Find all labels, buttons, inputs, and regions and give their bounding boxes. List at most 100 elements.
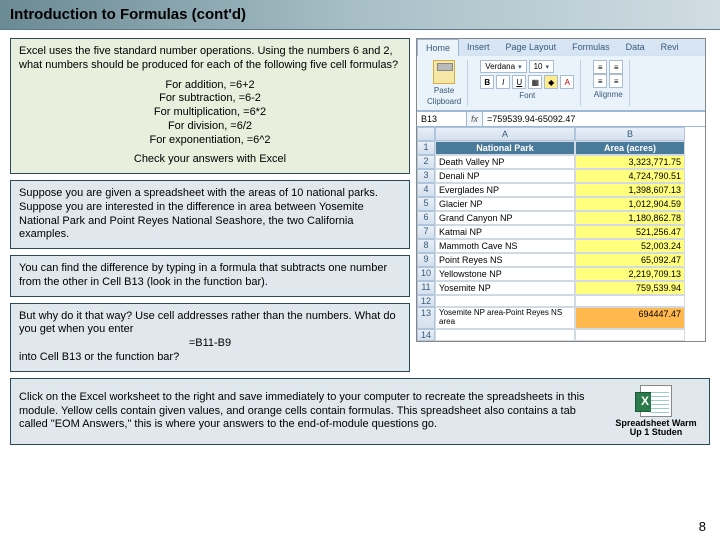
spreadsheet-file[interactable]: Spreadsheet Warm Up 1 Studen [611,385,701,439]
cell[interactable]: A [435,127,575,141]
cell[interactable]: Death Valley NP [435,155,575,169]
cell[interactable]: 9 [417,253,435,267]
box-difference: You can find the difference by typing in… [10,255,410,297]
fx-icon[interactable]: fx [467,112,483,126]
cell[interactable]: 10 [417,267,435,281]
worksheet[interactable]: AB 1National ParkArea (acres) 2Death Valle… [417,127,705,341]
cell[interactable]: Everglades NP [435,183,575,197]
excel-screenshot[interactable]: Home Insert Page Layout Formulas Data Re… [416,38,706,372]
tab-insert[interactable]: Insert [459,39,498,56]
alignment-group: ≡ ≡ ≡ ≡ Alignme [587,60,630,106]
cell[interactable]: Yellowstone NP [435,267,575,281]
underline-button[interactable]: U [512,75,526,89]
left-column: Excel uses the five standard number oper… [10,38,410,372]
cell[interactable]: Glacier NP [435,197,575,211]
excel-window: Home Insert Page Layout Formulas Data Re… [416,38,706,342]
cell[interactable]: Denali NP [435,169,575,183]
cell[interactable]: Mammoth Cave NS [435,239,575,253]
cell[interactable]: 694447.47 [575,307,685,329]
cell[interactable] [575,295,685,307]
font-size-combo[interactable]: 10▾ [529,60,554,73]
formula-add: For addition, =6+2 [19,79,401,93]
tab-formulas[interactable]: Formulas [564,39,618,56]
cell[interactable]: 52,003.24 [575,239,685,253]
tab-data[interactable]: Data [618,39,653,56]
content-area: Excel uses the five standard number oper… [0,30,720,372]
box-scenario: Suppose you are given a spreadsheet with… [10,180,410,249]
tab-page-layout[interactable]: Page Layout [498,39,565,56]
chevron-down-icon: ▾ [545,63,549,71]
cell[interactable]: 1,180,862.78 [575,211,685,225]
q-formula: =B11-B9 [19,337,401,351]
cell[interactable]: Yosemite NP [435,281,575,295]
ribbon-tabs: Home Insert Page Layout Formulas Data Re… [417,39,705,56]
cell[interactable] [435,329,575,341]
cell[interactable]: 2,219,709.13 [575,267,685,281]
italic-button[interactable]: I [496,75,510,89]
formula-sub: For subtraction, =6-2 [19,92,401,106]
file-label: Spreadsheet Warm Up 1 Studen [611,419,701,439]
paste-label: Paste [434,86,454,95]
box-instructions: Click on the Excel worksheet to the righ… [10,378,710,446]
q-line3: into Cell B13 or the function bar? [19,351,401,365]
cell[interactable]: 3 [417,169,435,183]
fill-button[interactable]: ◆ [544,75,558,89]
cell[interactable]: 6 [417,211,435,225]
cell[interactable]: 5 [417,197,435,211]
chevron-down-icon: ▾ [518,63,522,71]
cell[interactable]: 759,539.94 [575,281,685,295]
align-mid-button[interactable]: ≡ [609,60,623,74]
cell[interactable]: 11 [417,281,435,295]
instructions-text: Click on the Excel worksheet to the righ… [19,391,601,432]
cell[interactable]: Katmai NP [435,225,575,239]
cell[interactable]: 13 [417,307,435,329]
cell[interactable]: 3,323,771.75 [575,155,685,169]
tab-review[interactable]: Revi [653,39,687,56]
cell[interactable]: Yosemite NP area-Point Reyes NS area [435,307,575,329]
align-top-button[interactable]: ≡ [593,60,607,74]
font-name-combo[interactable]: Verdana▾ [480,60,526,73]
cell[interactable]: 12 [417,295,435,307]
paste-icon[interactable] [433,60,455,84]
cell[interactable] [575,329,685,341]
check-answers: Check your answers with Excel [19,153,401,167]
cell[interactable]: 1 [417,141,435,155]
align-left-button[interactable]: ≡ [593,74,607,88]
formula-list: For addition, =6+2 For subtraction, =6-2… [19,79,401,148]
cell[interactable] [417,127,435,141]
tab-home[interactable]: Home [417,39,459,56]
cell[interactable]: 7 [417,225,435,239]
cell[interactable]: 521,256.47 [575,225,685,239]
cell[interactable]: Point Reyes NS [435,253,575,267]
formula-input[interactable]: =759539.94-65092.47 [483,112,705,126]
cell[interactable]: 1,398,607.13 [575,183,685,197]
formula-mul: For multiplication, =6*2 [19,106,401,120]
box-cell-addresses: But why do it that way? Use cell address… [10,303,410,372]
cell[interactable]: 1,012,904.59 [575,197,685,211]
intro-text: Excel uses the five standard number oper… [19,45,401,73]
border-button[interactable]: ▦ [528,75,542,89]
bold-button[interactable]: B [480,75,494,89]
cell[interactable]: 2 [417,155,435,169]
cell[interactable] [435,295,575,307]
cell[interactable]: 14 [417,329,435,341]
align-center-button[interactable]: ≡ [609,74,623,88]
ribbon: Home Insert Page Layout Formulas Data Re… [417,39,705,111]
font-group-label: Font [519,91,535,100]
q-line1: But why do it that way? Use cell address… [19,310,401,338]
cell[interactable]: Grand Canyon NP [435,211,575,225]
cell[interactable]: National Park [435,141,575,155]
cell[interactable]: 8 [417,239,435,253]
ribbon-body: Paste Clipboard Verdana▾ 10▾ B I [417,56,705,110]
cell[interactable]: Area (acres) [575,141,685,155]
formula-bar: B13 fx =759539.94-65092.47 [417,111,705,127]
cell[interactable]: 4 [417,183,435,197]
clipboard-label: Clipboard [427,97,461,106]
cell[interactable]: B [575,127,685,141]
name-box[interactable]: B13 [417,112,467,126]
formula-div: For division, =6/2 [19,120,401,134]
clipboard-group: Paste Clipboard [421,60,468,106]
cell[interactable]: 65,092.47 [575,253,685,267]
font-color-button[interactable]: A [560,75,574,89]
cell[interactable]: 4,724,790.51 [575,169,685,183]
